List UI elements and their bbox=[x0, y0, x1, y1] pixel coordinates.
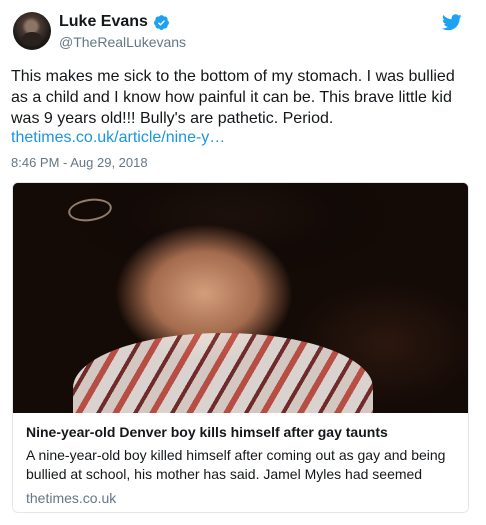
tweet-text: This makes me sick to the bottom of my s… bbox=[11, 68, 455, 127]
link-preview-card[interactable]: Nine-year-old Denver boy kills himself a… bbox=[12, 182, 469, 513]
card-image[interactable] bbox=[13, 183, 468, 413]
user-handle[interactable]: @TheRealLukevans bbox=[59, 34, 186, 50]
card-domain: thetimes.co.uk bbox=[26, 490, 117, 506]
verified-badge-icon bbox=[153, 14, 169, 30]
tweet-timestamp[interactable]: 8:46 PM - Aug 29, 2018 bbox=[11, 155, 475, 170]
card-image-collar-detail bbox=[73, 333, 373, 413]
card-description: A nine-year-old boy killed himself after… bbox=[26, 447, 446, 482]
twitter-bird-icon[interactable] bbox=[442, 14, 462, 31]
card-image-glasses-detail bbox=[66, 196, 114, 224]
tweet-header: Luke Evans @TheRealLukevans bbox=[11, 10, 475, 54]
tweet-article-link[interactable]: thetimes.co.uk/article/nine-y… bbox=[11, 129, 475, 147]
card-body: Nine-year-old Denver boy kills himself a… bbox=[13, 413, 468, 506]
tweet-embed: Luke Evans @TheRealLukevans This makes m… bbox=[0, 0, 486, 525]
avatar[interactable] bbox=[13, 12, 51, 50]
display-name[interactable]: Luke Evans bbox=[59, 13, 148, 31]
card-title[interactable]: Nine-year-old Denver boy kills himself a… bbox=[26, 423, 455, 442]
display-name-row: Luke Evans bbox=[59, 12, 186, 32]
user-names: Luke Evans @TheRealLukevans bbox=[59, 12, 186, 50]
